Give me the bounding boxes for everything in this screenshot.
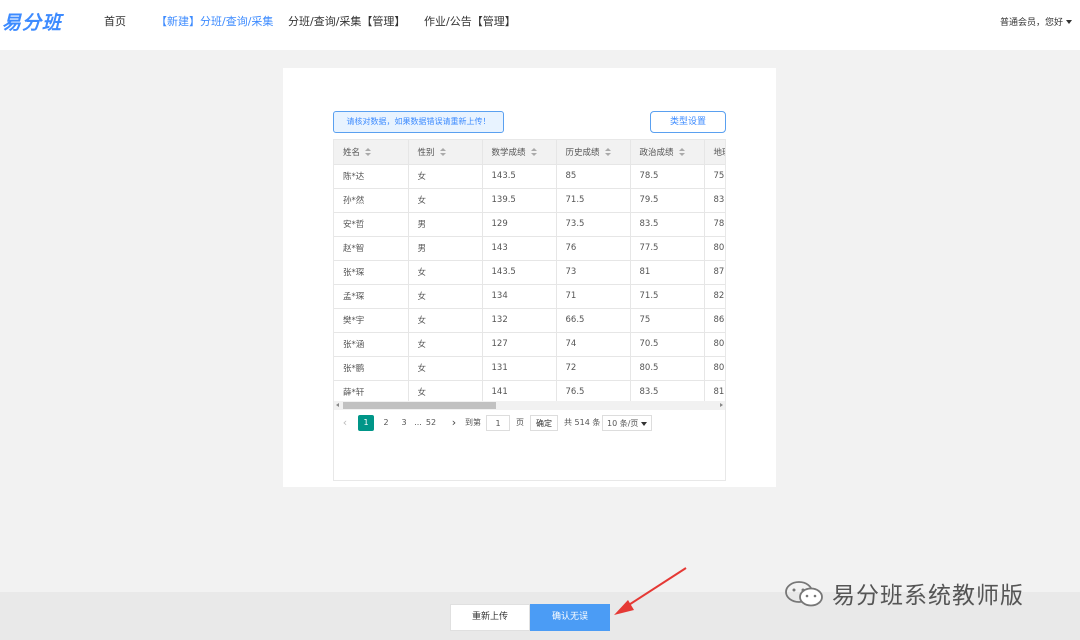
annotation-arrow-icon [614, 567, 687, 615]
wechat-icon [785, 581, 823, 607]
watermark-text: 易分班系统教师版 [832, 583, 1024, 609]
